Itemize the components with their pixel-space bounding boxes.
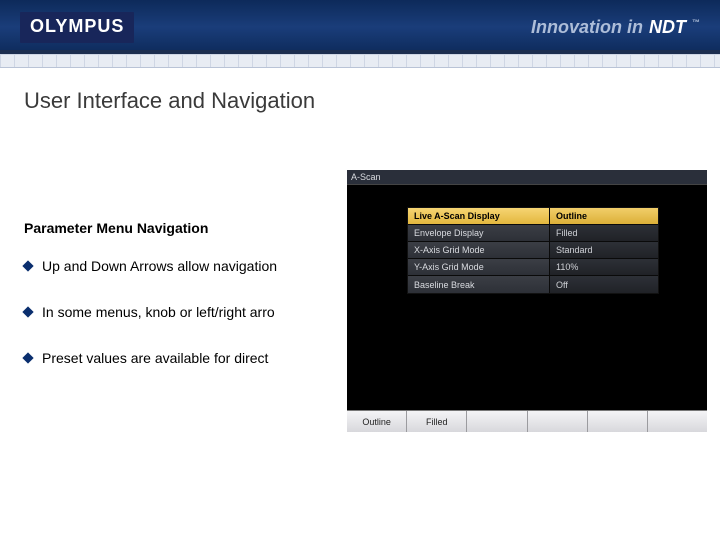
softkey-filled[interactable]: Filled	[407, 411, 467, 432]
param-row[interactable]: Envelope Display Filled	[408, 225, 658, 242]
device-titlebar: A-Scan	[347, 170, 707, 185]
param-value: Off	[550, 276, 658, 293]
param-value: 110%	[550, 259, 658, 275]
param-row[interactable]: X-Axis Grid Mode Standard	[408, 242, 658, 259]
slide: OLYMPUS Innovation in NDT ™ User Interfa…	[0, 0, 720, 540]
softkey-blank-4[interactable]	[528, 411, 588, 432]
softkey-row: Outline Filled	[347, 410, 707, 432]
bullet-text: Up and Down Arrows allow navigation	[42, 258, 277, 274]
tagline-tm: ™	[692, 18, 700, 27]
tagline-prefix: Innovation in	[531, 17, 643, 38]
param-row[interactable]: Baseline Break Off	[408, 276, 658, 293]
param-label: X-Axis Grid Mode	[408, 242, 550, 258]
param-value: Outline	[550, 208, 658, 224]
softkey-blank-6[interactable]	[648, 411, 707, 432]
page-title: User Interface and Navigation	[24, 88, 720, 114]
param-label: Baseline Break	[408, 276, 550, 293]
parameter-panel: Live A-Scan Display Outline Envelope Dis…	[407, 207, 659, 294]
tagline-emph: NDT	[649, 17, 686, 38]
param-value: Standard	[550, 242, 658, 258]
param-row[interactable]: Live A-Scan Display Outline	[408, 208, 658, 225]
param-row[interactable]: Y-Axis Grid Mode 110%	[408, 259, 658, 276]
softkey-blank-3[interactable]	[467, 411, 527, 432]
header-band: OLYMPUS Innovation in NDT ™	[0, 0, 720, 54]
bullet-text: In some menus, knob or left/right arro	[42, 304, 275, 320]
diamond-icon	[22, 306, 33, 317]
device-canvas: Live A-Scan Display Outline Envelope Dis…	[347, 185, 707, 445]
param-label: Envelope Display	[408, 225, 550, 241]
softkey-blank-5[interactable]	[588, 411, 648, 432]
param-label: Y-Axis Grid Mode	[408, 259, 550, 275]
gridline-stripe	[0, 54, 720, 68]
brand-logo: OLYMPUS	[20, 12, 134, 43]
bullet-text: Preset values are available for direct	[42, 350, 268, 366]
param-label: Live A-Scan Display	[408, 208, 550, 224]
param-value: Filled	[550, 225, 658, 241]
tagline: Innovation in NDT ™	[531, 17, 700, 38]
diamond-icon	[22, 260, 33, 271]
softkey-outline[interactable]: Outline	[347, 411, 407, 432]
brand-logo-text: OLYMPUS	[30, 16, 124, 37]
diamond-icon	[22, 352, 33, 363]
device-screenshot: A-Scan Live A-Scan Display Outline Envel…	[347, 170, 707, 430]
